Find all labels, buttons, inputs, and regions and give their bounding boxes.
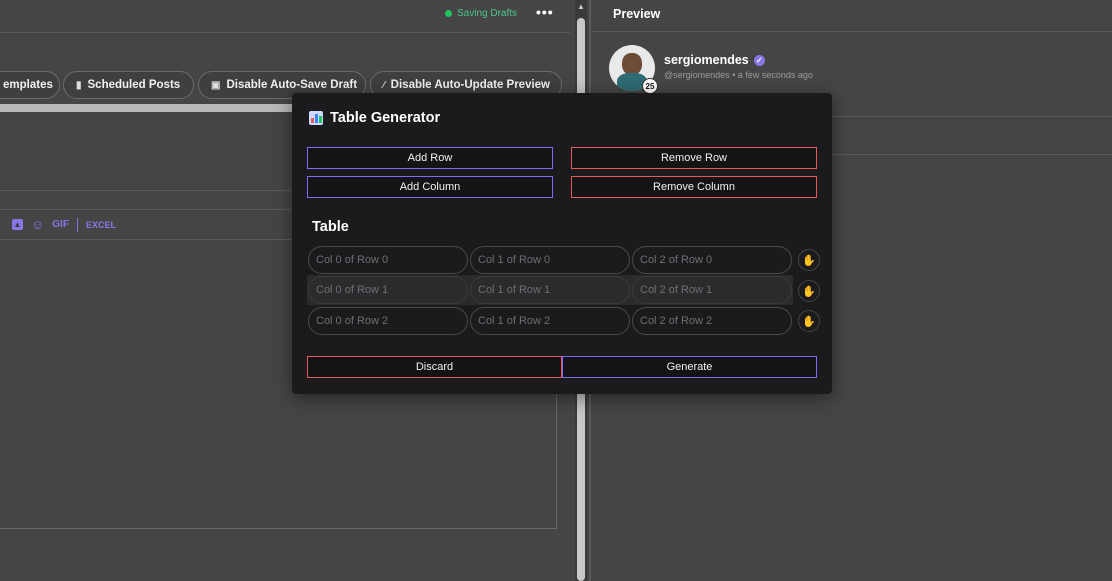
excel-button[interactable]: EXCEL: [86, 220, 116, 230]
remove-column-button[interactable]: Remove Column: [571, 176, 817, 198]
verified-icon: ✓: [753, 54, 765, 66]
add-row-button[interactable]: Add Row: [307, 147, 553, 169]
timestamp-label: a few seconds ago: [737, 70, 813, 80]
avatar-badge: 25: [642, 78, 658, 94]
divider: [832, 154, 1112, 155]
preview-username: sergiomendes ✓: [664, 53, 765, 67]
emoji-icon[interactable]: ☺: [31, 217, 44, 232]
modal-title-label: Table Generator: [330, 110, 441, 126]
remove-row-button[interactable]: Remove Row: [571, 147, 817, 169]
username-label: sergiomendes: [664, 53, 749, 67]
table-cell-input[interactable]: Col 2 of Row 0: [632, 246, 792, 274]
saving-status: Saving Drafts: [445, 8, 517, 19]
add-column-button[interactable]: Add Column: [307, 176, 553, 198]
scroll-up-arrow-icon[interactable]: ▲: [577, 2, 585, 11]
table-cell-input[interactable]: Col 0 of Row 2: [308, 307, 468, 335]
generate-button[interactable]: Generate: [562, 356, 817, 378]
table-cell-input[interactable]: Col 0 of Row 1: [308, 276, 468, 304]
editor-toolbar: ▲ ☺ GIF EXCEL: [12, 217, 116, 232]
handle-label: @sergiomendes: [664, 70, 730, 80]
disable-auto-update-label: Disable Auto-Update Preview: [390, 79, 551, 91]
table-cell-input[interactable]: Col 1 of Row 2: [470, 307, 630, 335]
chart-icon: [309, 111, 323, 125]
image-icon[interactable]: ▲: [12, 219, 23, 230]
divider: [832, 116, 1112, 117]
table-generator-modal: Table Generator Add Row Remove Row Add C…: [292, 93, 832, 394]
table-cell-input[interactable]: Col 0 of Row 0: [308, 246, 468, 274]
modal-title: Table Generator: [309, 110, 440, 126]
status-dot-icon: [445, 10, 452, 17]
divider: [591, 31, 1112, 32]
more-options-icon[interactable]: •••: [536, 4, 554, 20]
table-cell-input[interactable]: Col 2 of Row 2: [632, 307, 792, 335]
scheduled-posts-label: Scheduled Posts: [87, 79, 181, 91]
wand-icon: ⁄: [383, 79, 385, 91]
table-cell-input[interactable]: Col 2 of Row 1: [632, 276, 792, 304]
drag-handle-icon[interactable]: ✋: [798, 310, 820, 332]
table-cell-input[interactable]: Col 1 of Row 0: [470, 246, 630, 274]
drag-handle-icon[interactable]: ✋: [798, 249, 820, 271]
saving-status-label: Saving Drafts: [457, 8, 518, 19]
table-section-title: Table: [312, 219, 349, 235]
preview-handle-line: @sergiomendes • a few seconds ago: [664, 70, 813, 80]
save-icon: ▣: [211, 79, 221, 91]
scheduled-posts-button[interactable]: ▮ Scheduled Posts: [63, 71, 194, 99]
file-icon: ▮: [76, 79, 82, 91]
gif-button[interactable]: GIF: [52, 219, 69, 230]
discard-button[interactable]: Discard: [307, 356, 562, 378]
drag-handle-icon[interactable]: ✋: [798, 280, 820, 302]
disable-auto-save-label: Disable Auto-Save Draft: [226, 79, 358, 91]
toolbar-separator: [76, 217, 78, 232]
templates-button[interactable]: emplates: [0, 71, 60, 99]
preview-title: Preview: [613, 7, 661, 21]
table-cell-input[interactable]: Col 1 of Row 1: [470, 276, 630, 304]
templates-label: emplates: [3, 79, 53, 91]
